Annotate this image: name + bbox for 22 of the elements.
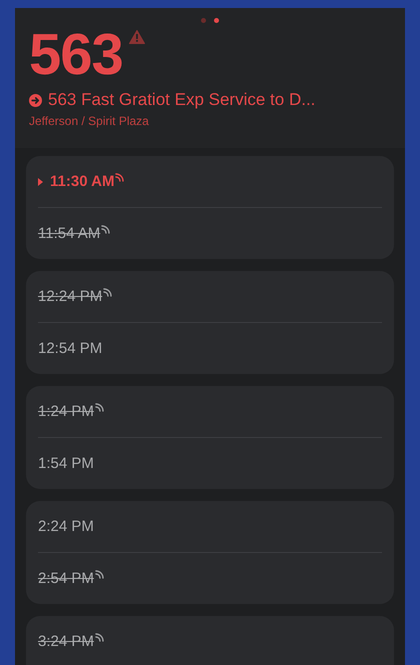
departure-time: 12:24 PM	[38, 288, 102, 305]
departure-time: 2:24 PM	[38, 518, 94, 535]
stop-name: Jefferson / Spirit Plaza	[29, 114, 150, 128]
departure-time: 3:24 PM	[38, 633, 94, 650]
direction-arrow-icon	[29, 94, 42, 106]
route-number: 563	[29, 28, 123, 82]
departure-time: 1:24 PM	[38, 403, 94, 420]
trip-card[interactable]: 12:24 PM 12:54 PM	[26, 271, 394, 374]
departure-time: 11:30 AM	[50, 173, 114, 190]
trip-card[interactable]: 11:30 AM 11:54 AM	[26, 156, 394, 259]
departure-time: 12:54 PM	[38, 340, 102, 357]
trip-card[interactable]: 1:24 PM 1:54 PM	[26, 386, 394, 489]
current-trip-marker-icon	[38, 178, 43, 186]
warning-icon[interactable]	[128, 30, 145, 44]
trip-card[interactable]: 2:24 PM 2:54 PM	[26, 501, 394, 604]
page-indicator-dot[interactable]	[201, 18, 206, 22]
departure-time: 2:54 PM	[38, 570, 94, 587]
trip-card[interactable]: 3:24 PM	[26, 616, 394, 665]
departure-time: 1:54 PM	[38, 455, 94, 472]
route-direction-title: 563 Fast Gratiot Exp Service to D...	[48, 90, 316, 110]
departure-time: 11:54 AM	[38, 225, 100, 242]
page-indicator-dot[interactable]	[214, 18, 219, 22]
